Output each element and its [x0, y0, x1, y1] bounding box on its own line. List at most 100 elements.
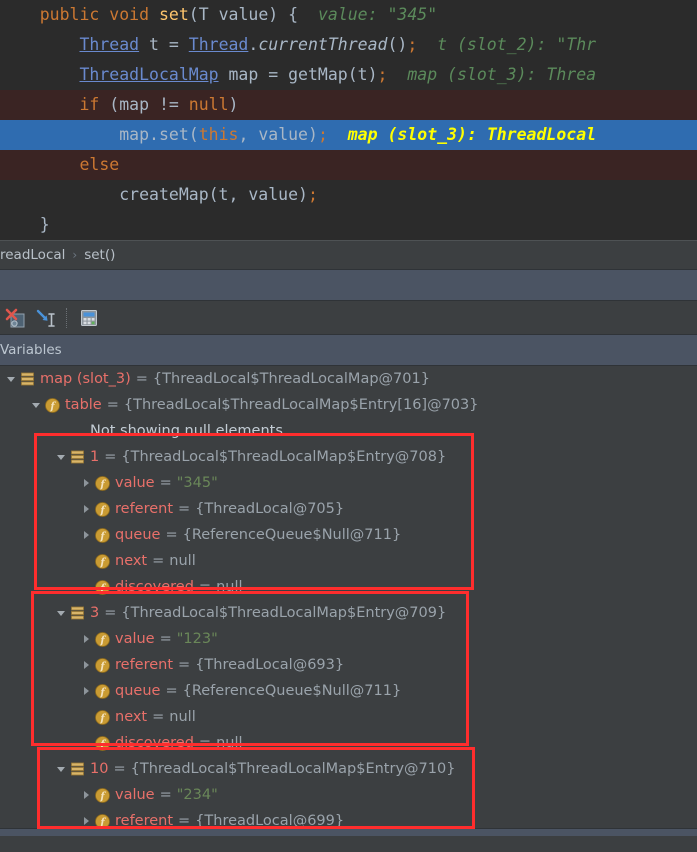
code-token: set — [159, 5, 189, 24]
code-editor[interactable]: public void set(T value) { value: "345" … — [0, 0, 697, 240]
chevron-right-icon[interactable] — [79, 678, 93, 704]
variables-tree-row[interactable]: fvalue="345" — [0, 470, 697, 496]
variable-equals: = — [104, 605, 116, 621]
variables-tree-row[interactable]: fnext=null — [0, 704, 697, 730]
line-mapset[interactable]: map.set(this, value); map (slot_3): Thre… — [0, 120, 697, 150]
chevron-right-icon[interactable] — [79, 470, 93, 496]
array-icon — [68, 756, 86, 782]
variable-name: map (slot_3) — [40, 371, 131, 387]
variable-value: {ReferenceQueue$Null@711} — [183, 683, 402, 699]
variables-panel-header[interactable]: Variables — [0, 335, 697, 366]
variables-tree-row[interactable]: Not showing null elements — [0, 418, 697, 444]
code-token — [0, 35, 79, 54]
variables-tree-row[interactable]: freferent={ThreadLocal@705} — [0, 496, 697, 522]
line-if[interactable]: if (map != null) — [0, 90, 697, 120]
variable-equals: = — [165, 683, 177, 699]
variable-value: null — [169, 709, 195, 725]
variable-name: value — [115, 475, 155, 491]
code-token: } — [40, 215, 50, 234]
variable-value: {ThreadLocal@699} — [195, 813, 344, 829]
line-createmap[interactable]: createMap(t, value); — [0, 180, 697, 210]
field-icon: f — [93, 548, 111, 574]
chevron-right-icon[interactable] — [79, 782, 93, 808]
breadcrumb-separator: › — [72, 248, 77, 262]
variable-name: value — [115, 787, 155, 803]
variables-tree-row[interactable]: fnext=null — [0, 548, 697, 574]
variables-tree-row[interactable]: fdiscovered=null — [0, 574, 697, 600]
code-token: ) — [229, 95, 239, 114]
breadcrumb[interactable]: readLocal › set() — [0, 240, 697, 269]
chevron-down-icon[interactable] — [29, 392, 43, 418]
variable-name: queue — [115, 527, 160, 543]
variable-equals: = — [113, 761, 125, 777]
code-token: createMap(t, value) — [119, 185, 308, 204]
variables-tree-row[interactable]: fqueue={ReferenceQueue$Null@711} — [0, 678, 697, 704]
variable-value: {ReferenceQueue$Null@711} — [183, 527, 402, 543]
variable-name: value — [115, 631, 155, 647]
variable-value: "345" — [177, 475, 218, 491]
twisty-placeholder — [79, 730, 93, 756]
variable-value: {ThreadLocal@693} — [195, 657, 344, 673]
field-icon: f — [43, 392, 61, 418]
debug-tab-strip[interactable] — [0, 269, 697, 301]
variable-equals: = — [178, 501, 190, 517]
code-token: value: "345" — [298, 5, 437, 24]
variable-name: queue — [115, 683, 160, 699]
code-token: ; — [407, 35, 417, 54]
array-icon — [68, 444, 86, 470]
chevron-right-icon[interactable] — [79, 496, 93, 522]
code-token: null — [189, 95, 229, 114]
field-icon: f — [93, 626, 111, 652]
code-token: , value) — [238, 125, 317, 144]
variables-tree-row[interactable]: fvalue="234" — [0, 782, 697, 808]
code-token: map (slot_3): Threa — [387, 65, 596, 84]
chevron-down-icon[interactable] — [54, 756, 68, 782]
variables-tree-row[interactable]: map (slot_3)={ThreadLocal$ThreadLocalMap… — [0, 366, 697, 392]
evaluate-expression-button[interactable] — [76, 305, 102, 331]
variable-equals: = — [160, 475, 172, 491]
code-token — [0, 5, 40, 24]
array-icon — [18, 366, 36, 392]
variables-tree-row[interactable]: 3={ThreadLocal$ThreadLocalMap$Entry@709} — [0, 600, 697, 626]
code-token: != — [159, 95, 179, 114]
line-getmap[interactable]: ThreadLocalMap map = getMap(t); map (slo… — [0, 60, 697, 90]
chevron-right-icon[interactable] — [79, 522, 93, 548]
variable-value: null — [216, 579, 242, 595]
line-else[interactable]: else — [0, 150, 697, 180]
variable-name: 1 — [90, 449, 99, 465]
variable-name: 10 — [90, 761, 108, 777]
chevron-right-icon[interactable] — [79, 652, 93, 678]
code-token: Thread — [79, 35, 139, 54]
chevron-down-icon[interactable] — [54, 444, 68, 470]
line-close[interactable]: } — [0, 210, 697, 240]
variables-tree-row[interactable]: 1={ThreadLocal$ThreadLocalMap$Entry@708} — [0, 444, 697, 470]
variables-tree-row[interactable]: freferent={ThreadLocal@693} — [0, 652, 697, 678]
variables-tree-row[interactable]: fvalue="123" — [0, 626, 697, 652]
step-into-button[interactable] — [32, 305, 58, 331]
variable-equals: = — [104, 449, 116, 465]
variable-equals: = — [165, 527, 177, 543]
variable-value: {ThreadLocal$ThreadLocalMap$Entry[16]@70… — [124, 397, 479, 413]
variables-tree-row[interactable]: 10={ThreadLocal$ThreadLocalMap$Entry@710… — [0, 756, 697, 782]
debugger-toolbar[interactable] — [0, 301, 697, 335]
line-thread[interactable]: Thread t = Thread.currentThread(); t (sl… — [0, 30, 697, 60]
chevron-right-icon[interactable] — [79, 626, 93, 652]
variables-tree[interactable]: map (slot_3) = {ThreadLocal$ThreadLocalMap… — [0, 366, 697, 836]
chevron-down-icon[interactable] — [4, 366, 18, 392]
code-token: (map — [99, 95, 159, 114]
chevron-down-icon[interactable] — [54, 600, 68, 626]
code-token: Thread — [189, 35, 249, 54]
field-icon: f — [93, 730, 111, 756]
mute-breakpoints-button[interactable] — [3, 305, 29, 331]
breadcrumb-item-1[interactable]: set() — [84, 247, 115, 263]
line-signature[interactable]: public void set(T value) { value: "345" — [0, 0, 697, 30]
code-token: ; — [378, 65, 388, 84]
field-icon: f — [93, 574, 111, 600]
variables-tree-row[interactable]: ftable={ThreadLocal$ThreadLocalMap$Entry… — [0, 392, 697, 418]
variable-equals: = — [199, 735, 211, 751]
variables-tree-row[interactable]: fqueue={ReferenceQueue$Null@711} — [0, 522, 697, 548]
breadcrumb-item-0[interactable]: readLocal — [0, 247, 65, 263]
variables-tree-row[interactable]: fdiscovered=null — [0, 730, 697, 756]
variable-name: next — [115, 553, 147, 569]
variable-equals: = — [152, 553, 164, 569]
